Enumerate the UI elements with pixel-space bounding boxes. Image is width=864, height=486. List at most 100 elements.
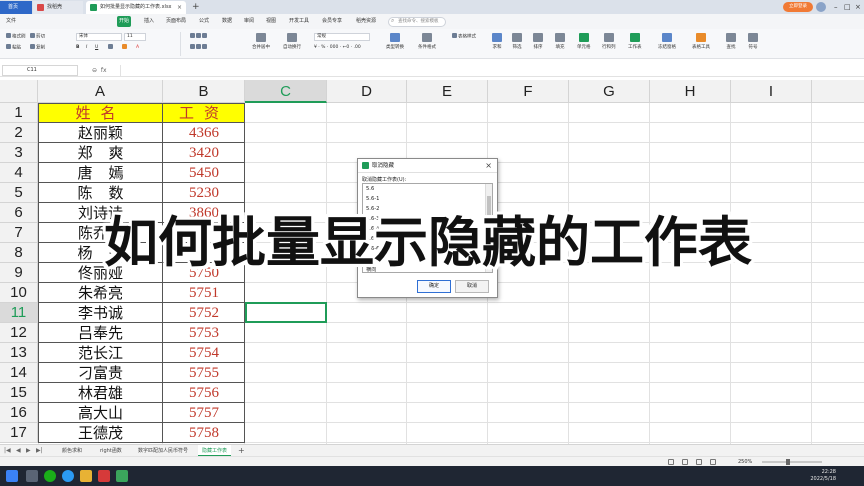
font-name-select[interactable]: 宋体	[76, 33, 122, 41]
tab-home[interactable]: 首页	[0, 1, 32, 14]
border-button[interactable]	[108, 44, 114, 53]
name-box[interactable]: C11	[2, 65, 78, 76]
row-header[interactable]: 14	[0, 363, 38, 383]
reading-mode-icon[interactable]	[710, 459, 716, 465]
salary-cell[interactable]: 5754	[163, 343, 245, 363]
select-all-corner[interactable]	[0, 80, 38, 103]
worksheet-button[interactable]: 工作表	[628, 33, 642, 50]
row-header[interactable]: 4	[0, 163, 38, 183]
number-format-select[interactable]: 常规	[314, 33, 370, 41]
name-cell[interactable]: 范长江	[38, 343, 163, 363]
row-header[interactable]: 11	[0, 303, 38, 323]
zoom-slider[interactable]	[762, 459, 822, 465]
spreadsheet-app-icon[interactable]	[116, 470, 128, 482]
paste-button[interactable]: 粘贴	[6, 44, 21, 53]
salary-cell[interactable]: 5757	[163, 403, 245, 423]
row-header[interactable]: 16	[0, 403, 38, 423]
row-header[interactable]: 17	[0, 423, 38, 443]
cancel-button[interactable]: 取消	[455, 280, 489, 293]
font-color-button[interactable]: A	[136, 44, 139, 52]
normal-view-icon[interactable]	[668, 459, 674, 465]
type-convert-button[interactable]: 类型转换	[386, 33, 404, 50]
currency-button[interactable]: ¥ · % · 000 · ←0 · .00	[314, 44, 361, 52]
fx-icon[interactable]: ⊖ fx	[92, 64, 107, 77]
menu-member[interactable]: 会员专享	[320, 16, 344, 27]
underline-button[interactable]: U	[95, 44, 98, 52]
column-header-c[interactable]: C	[245, 80, 327, 103]
auto-wrap-button[interactable]: 自动换行	[283, 33, 301, 50]
menu-review[interactable]: 审阅	[242, 16, 256, 27]
salary-cell[interactable]: 5753	[163, 323, 245, 343]
cut-button[interactable]: 剪切	[30, 33, 45, 42]
conditional-format-button[interactable]: 条件格式	[418, 33, 436, 50]
header-salary-cell[interactable]: 工资	[163, 103, 245, 123]
row-header[interactable]: 2	[0, 123, 38, 143]
salary-cell[interactable]: 5756	[163, 383, 245, 403]
column-header-h[interactable]: H	[650, 80, 731, 103]
name-cell[interactable]: 刁富贵	[38, 363, 163, 383]
menu-developer[interactable]: 开发工具	[287, 16, 311, 27]
header-name-cell[interactable]: 姓名	[38, 103, 163, 123]
avatar[interactable]	[816, 2, 826, 12]
new-tab-icon[interactable]: +	[192, 0, 200, 14]
login-button[interactable]: 立即登录	[783, 2, 813, 12]
merge-center-button[interactable]: 合并居中	[252, 33, 270, 50]
column-header-extra[interactable]	[812, 80, 864, 103]
name-cell[interactable]: 郑爽	[38, 143, 163, 163]
freeze-panes-button[interactable]: 冻结窗格	[658, 33, 676, 50]
salary-cell[interactable]: 3420	[163, 143, 245, 163]
column-header-f[interactable]: F	[488, 80, 569, 103]
format-painter-button[interactable]: 格式刷	[6, 33, 26, 42]
row-header[interactable]: 6	[0, 203, 38, 223]
salary-cell[interactable]: 4366	[163, 123, 245, 143]
name-cell[interactable]: 高大山	[38, 403, 163, 423]
bold-button[interactable]: B	[76, 44, 79, 52]
sum-button[interactable]: 求和	[492, 33, 502, 50]
filter-button[interactable]: 筛选	[512, 33, 522, 50]
wps-icon[interactable]	[98, 470, 110, 482]
page-break-icon[interactable]	[696, 459, 702, 465]
row-header[interactable]: 15	[0, 383, 38, 403]
name-cell[interactable]: 李书诚	[38, 303, 163, 323]
column-header-d[interactable]: D	[327, 80, 407, 103]
symbol-button[interactable]: 符号	[748, 33, 758, 50]
align-top-button[interactable]	[190, 33, 208, 42]
row-header[interactable]: 9	[0, 263, 38, 283]
taskbar-clock[interactable]: 22:28 2022/5/18	[810, 469, 836, 483]
browser-icon[interactable]	[62, 470, 74, 482]
copy-button[interactable]: 复制	[30, 44, 45, 53]
command-search-input[interactable]: ⌕ 查找命令、搜索模板	[388, 17, 446, 27]
menu-home[interactable]: 开始	[117, 16, 132, 27]
column-header-i[interactable]: I	[731, 80, 812, 103]
name-cell[interactable]: 唐嫣	[38, 163, 163, 183]
menu-formula[interactable]: 公式	[197, 16, 211, 27]
name-cell[interactable]: 朱希亮	[38, 283, 163, 303]
name-cell[interactable]: 赵丽颖	[38, 123, 163, 143]
salary-cell[interactable]: 5450	[163, 163, 245, 183]
minimize-icon[interactable]: –	[834, 0, 838, 14]
column-header-g[interactable]: G	[569, 80, 650, 103]
menu-insert[interactable]: 插入	[142, 16, 156, 27]
row-header[interactable]: 1	[0, 103, 38, 123]
fill-color-button[interactable]	[122, 44, 128, 53]
close-window-icon[interactable]: ×	[855, 0, 861, 14]
salary-cell[interactable]: 5758	[163, 423, 245, 443]
salary-cell[interactable]: 5752	[163, 303, 245, 323]
wechat-icon[interactable]	[44, 470, 56, 482]
menu-file[interactable]: 文件	[4, 16, 18, 27]
zoom-slider-thumb[interactable]	[786, 459, 790, 465]
align-left-button[interactable]	[190, 44, 208, 53]
font-size-select[interactable]: 11	[124, 33, 146, 41]
menu-data[interactable]: 数据	[220, 16, 234, 27]
salary-cell[interactable]: 5230	[163, 183, 245, 203]
page-layout-icon[interactable]	[682, 459, 688, 465]
row-header[interactable]: 8	[0, 243, 38, 263]
column-header-e[interactable]: E	[407, 80, 488, 103]
find-button[interactable]: 查找	[726, 33, 736, 50]
row-header[interactable]: 12	[0, 323, 38, 343]
hidden-sheet-item[interactable]: 5.6-1	[366, 196, 379, 202]
active-cell-c11[interactable]	[245, 302, 327, 323]
table-style-button[interactable]: 表格样式	[452, 33, 476, 42]
name-cell[interactable]: 王德茂	[38, 423, 163, 443]
table-tools-button[interactable]: 表格工具	[692, 33, 710, 50]
